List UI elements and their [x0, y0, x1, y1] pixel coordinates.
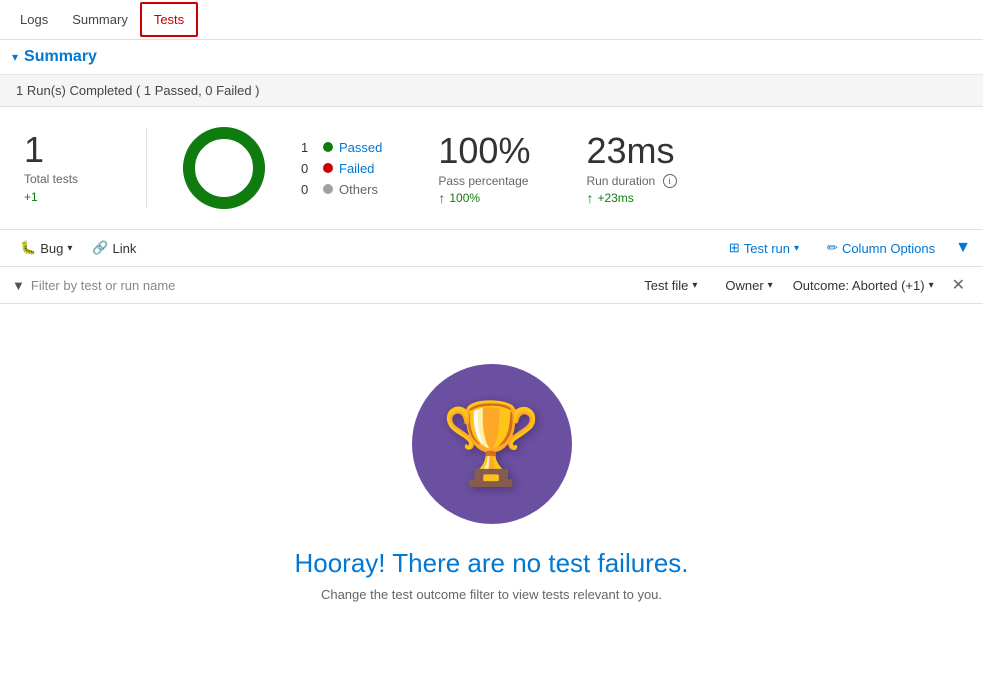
- total-tests-change: +1: [24, 190, 114, 204]
- pass-pct-label: Pass percentage: [438, 174, 530, 188]
- others-count: 0: [301, 182, 317, 197]
- trophy-container: 🏆: [412, 364, 572, 524]
- toolbar-right: ⊞ Test run ▾ ✏ Column Options ▼: [721, 236, 971, 260]
- stats-divider: [146, 128, 147, 208]
- filter-close-button[interactable]: ✕: [946, 273, 971, 297]
- pass-pct-block: 100% Pass percentage ↑ 100%: [438, 130, 530, 206]
- pass-pct-value: 100%: [438, 130, 530, 172]
- pass-pct-change: ↑ 100%: [438, 190, 530, 206]
- legend-failed: 0 Failed: [301, 161, 382, 176]
- duration-arrow-icon: ↑: [586, 190, 593, 206]
- filter-bar: ▼ Filter by test or run name Test file ▾…: [0, 267, 983, 304]
- bug-chevron-icon: ▾: [67, 243, 72, 254]
- duration-info-icon: i: [663, 174, 677, 188]
- link-button[interactable]: 🔗 Link: [84, 236, 144, 260]
- duration-change-value: +23ms: [597, 191, 633, 205]
- total-tests-block: 1 Total tests +1: [24, 132, 114, 204]
- filter-left: ▼ Filter by test or run name: [12, 278, 175, 293]
- outcome-dropdown[interactable]: Outcome: Aborted (+1) ▾: [793, 278, 934, 293]
- test-run-label: Test run: [744, 241, 790, 256]
- filter-right: Test file ▾ Owner ▾ Outcome: Aborted (+1…: [636, 273, 971, 297]
- link-icon: 🔗: [92, 240, 108, 256]
- failed-label[interactable]: Failed: [339, 161, 374, 176]
- bug-button[interactable]: 🐛 Bug ▾: [12, 236, 80, 260]
- duration-change: ↑ +23ms: [586, 190, 676, 206]
- filter-funnel-icon: ▼: [12, 278, 25, 293]
- toolbar-left: 🐛 Bug ▾ 🔗 Link: [12, 236, 144, 260]
- summary-title: Summary: [24, 48, 97, 66]
- duration-label: Run duration i: [586, 174, 676, 189]
- owner-dropdown[interactable]: Owner ▾: [717, 274, 780, 297]
- others-label: Others: [339, 182, 378, 197]
- failed-dot: [323, 163, 333, 173]
- column-options-icon: ✏: [827, 240, 838, 256]
- outcome-label: Outcome: Aborted (+1): [793, 278, 925, 293]
- test-file-dropdown[interactable]: Test file ▾: [636, 274, 705, 297]
- legend: 1 Passed 0 Failed 0 Others: [301, 140, 382, 197]
- duration-value: 23ms: [586, 130, 676, 172]
- filter-icon[interactable]: ▼: [955, 239, 971, 257]
- bug-icon: 🐛: [20, 240, 36, 256]
- total-tests-number: 1: [24, 132, 114, 168]
- toolbar: 🐛 Bug ▾ 🔗 Link ⊞ Test run ▾ ✏ Column Opt…: [0, 230, 983, 267]
- legend-others: 0 Others: [301, 182, 382, 197]
- run-info-bar: 1 Run(s) Completed ( 1 Passed, 0 Failed …: [0, 75, 983, 107]
- test-file-chevron-icon: ▾: [692, 280, 697, 291]
- test-file-label: Test file: [644, 278, 688, 293]
- tab-bar: Logs Summary Tests: [0, 0, 983, 40]
- test-run-button[interactable]: ⊞ Test run ▾: [721, 236, 807, 260]
- hooray-text: Hooray! There are no test failures.: [294, 548, 688, 579]
- total-tests-label: Total tests: [24, 172, 114, 186]
- tab-logs[interactable]: Logs: [8, 4, 60, 35]
- stats-area: 1 Total tests +1 1 Passed 0 Failed 0 Oth…: [0, 107, 983, 230]
- legend-passed: 1 Passed: [301, 140, 382, 155]
- sub-text: Change the test outcome filter to view t…: [321, 587, 662, 602]
- passed-dot: [323, 142, 333, 152]
- summary-header: ▾ Summary: [0, 40, 983, 75]
- owner-label: Owner: [725, 278, 763, 293]
- test-run-chevron-icon: ▾: [794, 243, 799, 254]
- column-options-button[interactable]: ✏ Column Options: [819, 236, 943, 260]
- link-label: Link: [113, 241, 137, 256]
- filter-text[interactable]: Filter by test or run name: [31, 278, 176, 293]
- failed-count: 0: [301, 161, 317, 176]
- passed-count: 1: [301, 140, 317, 155]
- owner-chevron-icon: ▾: [768, 280, 773, 291]
- donut-chart: [179, 123, 269, 213]
- test-run-icon: ⊞: [729, 240, 740, 256]
- pass-pct-change-value: 100%: [449, 191, 480, 205]
- passed-label[interactable]: Passed: [339, 140, 382, 155]
- tab-summary[interactable]: Summary: [60, 4, 140, 35]
- others-dot: [323, 184, 333, 194]
- duration-block: 23ms Run duration i ↑ +23ms: [586, 130, 676, 207]
- bug-label: Bug: [40, 241, 63, 256]
- summary-chevron-icon[interactable]: ▾: [12, 50, 18, 64]
- trophy-icon: 🏆: [442, 397, 542, 491]
- tab-tests[interactable]: Tests: [140, 2, 198, 37]
- outcome-chevron-icon: ▾: [929, 280, 934, 291]
- pass-pct-arrow-icon: ↑: [438, 190, 445, 206]
- column-options-label: Column Options: [842, 241, 935, 256]
- empty-state: 🏆 Hooray! There are no test failures. Ch…: [0, 304, 983, 622]
